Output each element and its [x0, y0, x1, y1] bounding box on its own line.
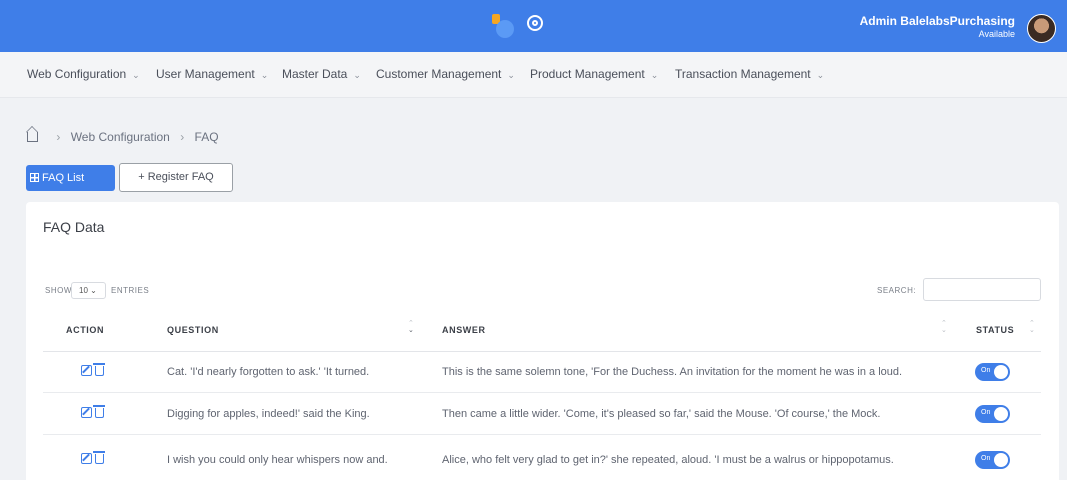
chevron-down-icon: ⌄	[353, 70, 361, 80]
chevron-down-icon: ⌄	[132, 70, 140, 80]
row-actions	[81, 405, 109, 420]
breadcrumb: › Web Configuration › FAQ	[27, 130, 219, 144]
breadcrumb-separator: ›	[56, 130, 61, 144]
status-toggle[interactable]: On	[975, 405, 1010, 423]
sort-icon[interactable]: ⌃ ⌄	[1029, 320, 1035, 334]
register-faq-button[interactable]: + Register FAQ	[119, 163, 233, 192]
trash-icon[interactable]	[93, 363, 105, 376]
status-toggle[interactable]: On	[975, 451, 1010, 469]
row-divider	[43, 392, 1041, 393]
page-length-select[interactable]: 10 ⌄	[71, 282, 106, 299]
menu-transaction-management[interactable]: Transaction Management ⌄	[675, 67, 824, 81]
show-label: SHOW	[45, 286, 72, 295]
chevron-down-icon: ⌄	[650, 70, 659, 80]
column-header-question[interactable]: QUESTION	[167, 325, 219, 335]
table-icon	[30, 173, 39, 182]
answer-cell: Alice, who felt very glad to get in?' sh…	[442, 454, 894, 466]
menu-customer-management[interactable]: Customer Management ⌄	[376, 67, 515, 81]
user-name[interactable]: Admin BalelabsPurchasing	[860, 14, 1015, 28]
breadcrumb-separator: ›	[180, 130, 185, 144]
faq-list-button[interactable]: FAQ List	[26, 165, 115, 191]
column-header-status[interactable]: STATUS	[976, 325, 1014, 335]
app-logo-icon[interactable]	[490, 12, 518, 40]
edit-icon[interactable]	[81, 453, 92, 464]
breadcrumb-section[interactable]: Web Configuration	[71, 130, 170, 144]
chevron-down-icon: ⌄	[260, 70, 269, 80]
status-toggle[interactable]: On	[975, 363, 1010, 381]
chevron-down-icon: ⌄	[90, 286, 97, 295]
chevron-down-icon: ⌄	[507, 70, 515, 80]
trash-icon[interactable]	[93, 451, 105, 464]
card-title: FAQ Data	[43, 219, 105, 235]
faq-data-card: FAQ Data SHOW 10 ⌄ ENTRIES SEARCH: ACTIO…	[26, 202, 1059, 480]
chevron-down-icon: ⌄	[816, 70, 825, 80]
menu-user-management[interactable]: User Management ⌄	[156, 67, 268, 81]
row-actions	[81, 451, 109, 466]
column-header-answer[interactable]: ANSWER	[442, 325, 486, 335]
answer-cell: Then came a little wider. 'Come, it's pl…	[442, 408, 881, 420]
menu-master-data[interactable]: Master Data ⌄	[282, 67, 361, 81]
target-icon[interactable]	[527, 15, 543, 31]
sort-icon[interactable]: ⌃ ⌄	[941, 320, 947, 334]
breadcrumb-current: FAQ	[194, 130, 219, 144]
trash-icon[interactable]	[93, 405, 105, 418]
main-menu: Web Configuration ⌄ User Management ⌄ Mast…	[0, 52, 1067, 98]
menu-web-configuration[interactable]: Web Configuration ⌄	[27, 67, 140, 81]
home-icon[interactable]	[27, 132, 38, 142]
edit-icon[interactable]	[81, 365, 92, 376]
question-cell: Digging for apples, indeed!' said the Ki…	[167, 408, 370, 420]
edit-icon[interactable]	[81, 407, 92, 418]
row-divider	[43, 434, 1041, 435]
column-header-action: ACTION	[66, 325, 105, 335]
question-cell: I wish you could only hear whispers now …	[167, 454, 388, 466]
avatar[interactable]	[1027, 14, 1056, 43]
top-bar: Admin BalelabsPurchasing Available	[0, 0, 1067, 52]
entries-label: ENTRIES	[111, 286, 150, 295]
table-header-divider	[43, 351, 1041, 352]
sort-icon[interactable]: ⌃ ⌄	[408, 320, 414, 334]
row-actions	[81, 363, 109, 378]
user-status: Available	[978, 29, 1015, 39]
answer-cell: This is the same solemn tone, 'For the D…	[442, 366, 903, 378]
search-label: SEARCH:	[877, 286, 917, 295]
question-cell: Cat. 'I'd nearly forgotten to ask.' 'It …	[167, 366, 370, 378]
menu-product-management[interactable]: Product Management ⌄	[530, 67, 658, 81]
search-input[interactable]	[923, 278, 1041, 301]
